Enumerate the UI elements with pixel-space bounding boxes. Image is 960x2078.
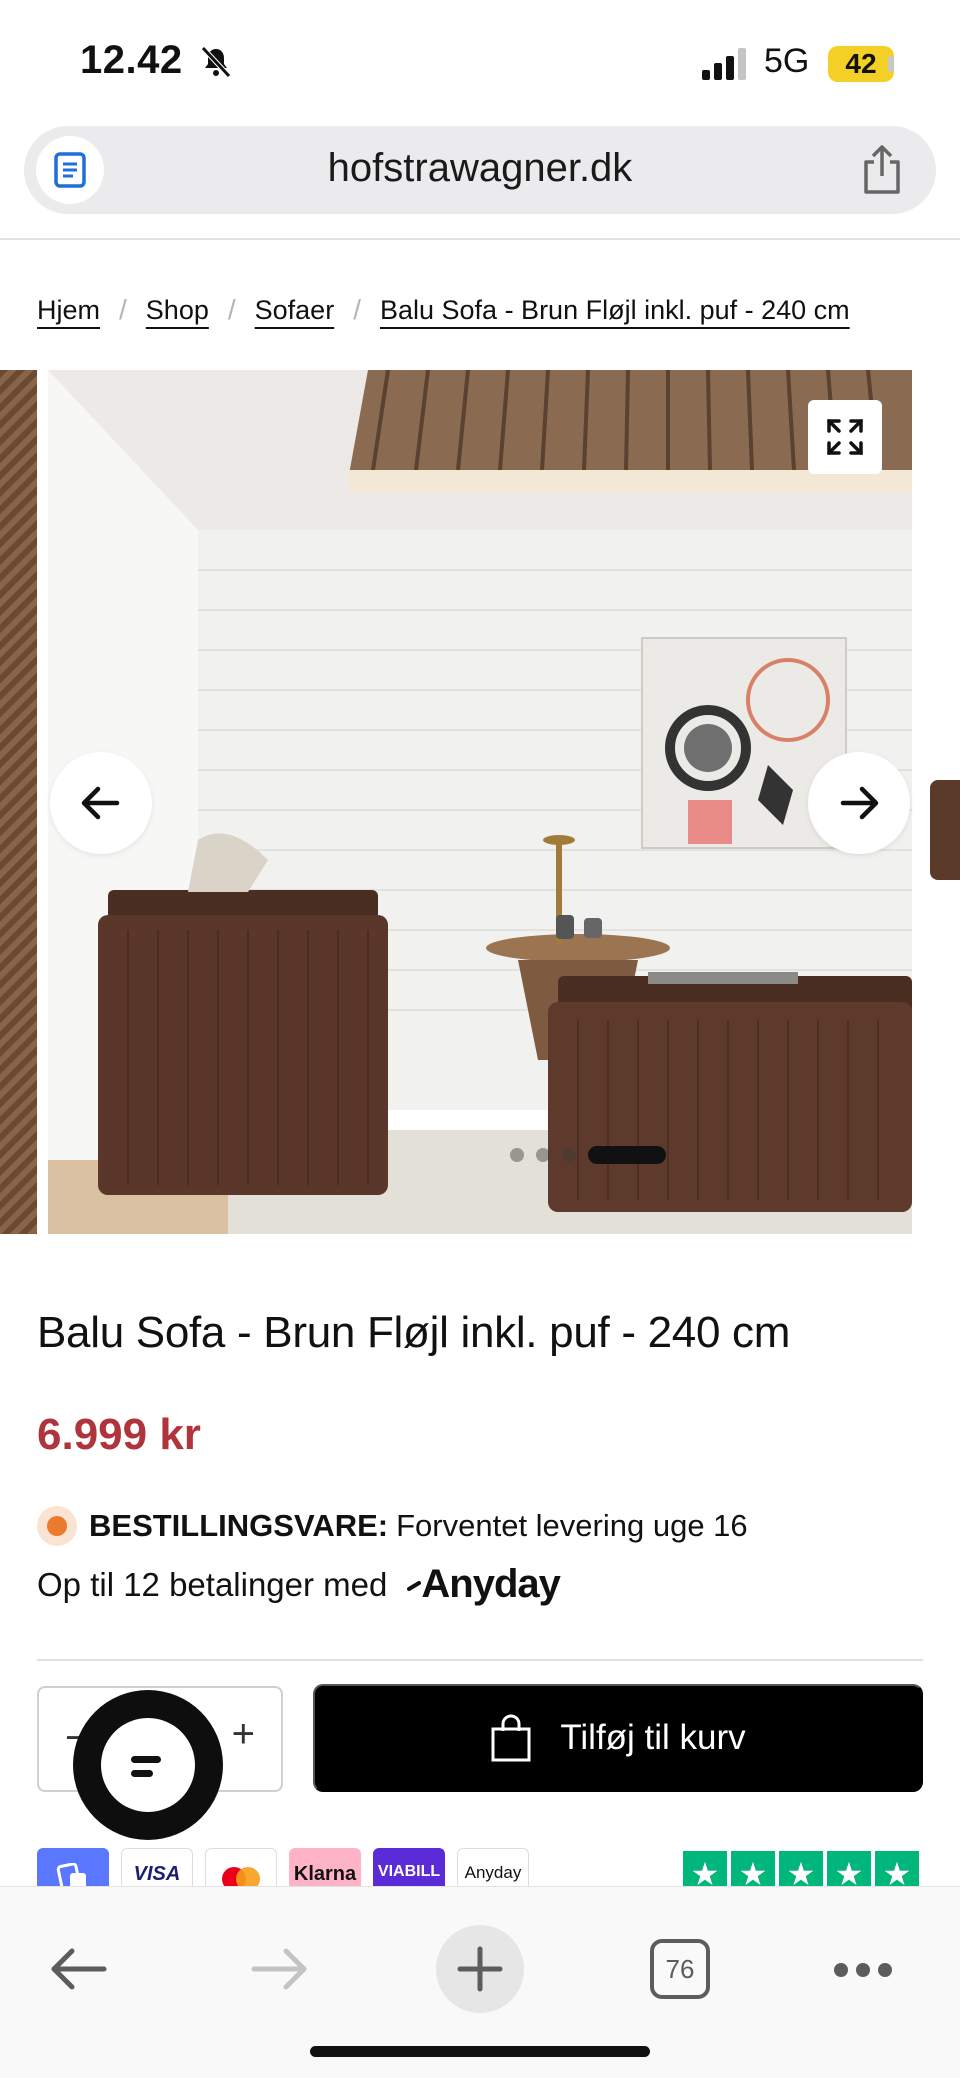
status-time: 12.42 xyxy=(80,38,183,82)
gallery-dot[interactable] xyxy=(510,1148,524,1162)
new-tab-button[interactable] xyxy=(436,1925,524,2013)
visa-logo: VISA xyxy=(121,1848,193,1888)
section-divider xyxy=(37,1659,923,1661)
breadcrumb-home[interactable]: Hjem xyxy=(37,295,100,326)
quantity-increase-button[interactable]: + xyxy=(232,1712,255,1757)
back-arrow-icon[interactable] xyxy=(46,1937,110,2001)
add-to-cart-label: Tilføj til kurv xyxy=(560,1718,746,1757)
breadcrumb-shop[interactable]: Shop xyxy=(146,295,209,326)
network-type: 5G xyxy=(764,42,810,80)
stock-status: BESTILLINGSVARE: Forventet levering uge … xyxy=(37,1506,748,1546)
breadcrumb: Hjem / Shop / Sofaer / Balu Sofa - Brun … xyxy=(37,288,850,332)
financing-info: Op til 12 betalinger med Anyday xyxy=(37,1562,561,1607)
stock-indicator-icon xyxy=(37,1506,77,1546)
shopping-bag-icon xyxy=(491,1714,531,1762)
stock-label: BESTILLINGSVARE: xyxy=(89,1508,389,1543)
signal-icon xyxy=(702,48,746,80)
anyday-logo[interactable]: Anyday xyxy=(407,1562,561,1607)
gallery-dot[interactable] xyxy=(536,1148,550,1162)
breadcrumb-separator: / xyxy=(353,294,361,325)
battery-indicator: 42 xyxy=(828,46,894,82)
more-menu-icon[interactable] xyxy=(834,1963,892,1977)
fullscreen-button[interactable] xyxy=(808,400,882,474)
next-slide-peek[interactable] xyxy=(918,370,960,1234)
header-divider xyxy=(0,238,960,240)
arrow-right-icon xyxy=(840,786,879,820)
product-image[interactable] xyxy=(48,370,912,1234)
next-slide-sofa xyxy=(930,780,960,880)
breadcrumb-current[interactable]: Balu Sofa - Brun Fløjl inkl. puf - 240 c… xyxy=(380,295,850,326)
bell-off-icon xyxy=(201,46,231,78)
mobilepay-icon xyxy=(56,1863,86,1888)
battery-nub xyxy=(888,56,894,72)
mastercard-logo xyxy=(205,1848,277,1888)
stock-delivery-text: Forventet levering uge 16 xyxy=(396,1508,748,1543)
breadcrumb-sofaer[interactable]: Sofaer xyxy=(255,295,335,326)
arrow-left-icon xyxy=(81,786,120,820)
anyday-mark-icon xyxy=(407,1581,422,1591)
previous-slide-peek[interactable] xyxy=(0,370,37,1234)
plus-icon xyxy=(457,1946,503,1992)
gallery-dot[interactable] xyxy=(562,1148,576,1162)
klarna-logo: Klarna xyxy=(289,1848,361,1888)
breadcrumb-separator: / xyxy=(227,294,236,325)
product-price: 6.999 kr xyxy=(37,1410,201,1459)
breadcrumb-separator: / xyxy=(119,294,127,325)
gallery-pagination xyxy=(510,1146,666,1164)
gallery-next-button[interactable] xyxy=(808,752,910,854)
gallery-dot-active[interactable] xyxy=(588,1146,666,1164)
viabill-logo: VIABILL xyxy=(373,1848,445,1888)
chat-button[interactable] xyxy=(73,1690,223,1840)
url-text[interactable]: hofstrawagner.dk xyxy=(24,146,936,191)
forward-arrow-icon[interactable] xyxy=(248,1937,312,2001)
gallery-prev-button[interactable] xyxy=(50,752,152,854)
product-title: Balu Sofa - Brun Fløjl inkl. puf - 240 c… xyxy=(37,1308,791,1357)
status-bar: 12.42 5G 42 xyxy=(0,0,960,120)
product-gallery[interactable] xyxy=(0,370,960,1234)
tabs-button[interactable]: 76 xyxy=(650,1939,710,1999)
mobilepay-logo xyxy=(37,1848,109,1888)
address-bar[interactable]: hofstrawagner.dk xyxy=(24,126,936,214)
home-indicator[interactable] xyxy=(310,2046,650,2057)
financing-text: Op til 12 betalinger med xyxy=(37,1565,388,1603)
chat-icon xyxy=(101,1718,195,1813)
share-icon[interactable] xyxy=(856,144,908,196)
anyday-payment-logo: Anyday xyxy=(457,1848,529,1888)
payment-methods: VISA Klarna VIABILL Anyday xyxy=(37,1848,529,1888)
expand-icon xyxy=(827,419,863,455)
add-to-cart-button[interactable]: Tilføj til kurv xyxy=(313,1684,923,1792)
